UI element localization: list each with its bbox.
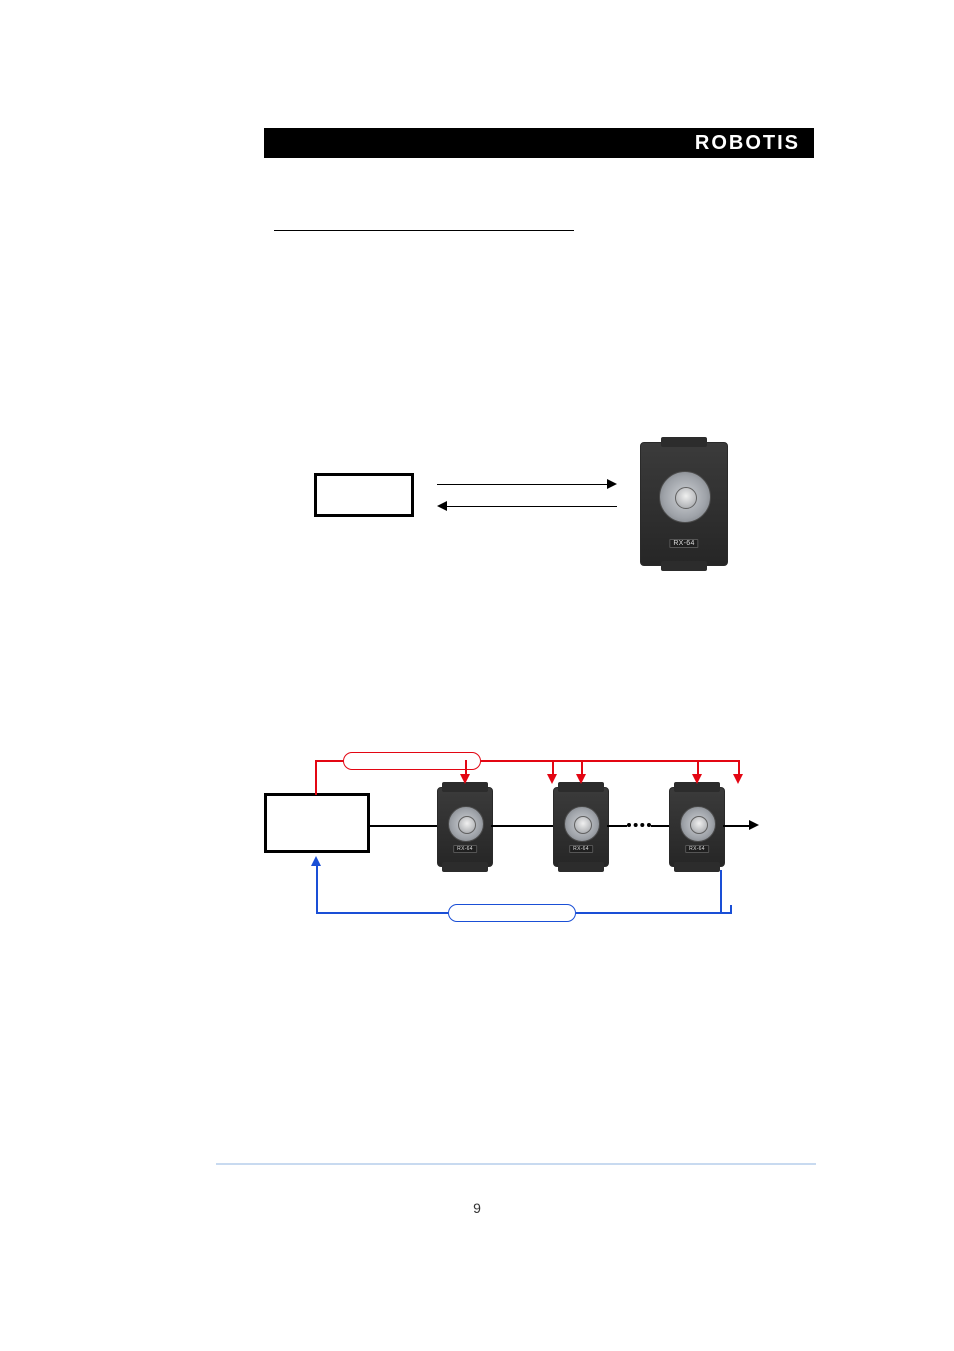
fig2-bus-ellipsis-icon — [627, 823, 651, 827]
servo-horn-inner — [574, 816, 592, 834]
fig2-red-drop-servo1-arrow-icon — [460, 774, 470, 784]
fig2-red-horizontal-ext — [552, 760, 700, 762]
fig2-bus-seg-s2-to-gap — [607, 825, 627, 827]
footer-separator — [216, 1163, 816, 1165]
fig1-controller-box — [314, 473, 414, 517]
fig2-red-drop1-arrow-icon — [547, 774, 557, 784]
fig1-instruction-arrow-line — [437, 484, 607, 485]
fig2-blue-rise-to-controller — [316, 866, 318, 914]
servo-mount-top — [661, 437, 707, 447]
fig2-blue-drop-from-servoN — [720, 870, 722, 914]
servo-model-label: RX-64 — [453, 845, 477, 853]
fig2-bus-end-arrow-icon — [749, 820, 759, 830]
fig2-blue-right-hook — [730, 905, 732, 914]
fig2-red-stub-from-controller — [315, 760, 317, 795]
fig2-red-drop-servo1-v — [465, 760, 467, 774]
servo-horn-outer — [564, 806, 600, 842]
fig2-bus-seg-ctrl-to-s1 — [370, 825, 437, 827]
servo-horn-inner — [458, 816, 476, 834]
servo-model-label: RX-64 — [685, 845, 709, 853]
fig2-bus-seg-s1-to-s2 — [491, 825, 553, 827]
servo-mount-bottom — [674, 862, 720, 872]
fig2-bus-seg-s3-out — [723, 825, 749, 827]
servo-horn-outer — [448, 806, 484, 842]
fig2-red-drop-servo3-arrow-icon — [692, 774, 702, 784]
fig2-red-drop-servo2-arrow-icon — [576, 774, 586, 784]
fig1-servo: RX-64 — [640, 442, 728, 566]
servo-model-label: RX-64 — [669, 539, 698, 548]
fig2-red-drop1-v — [552, 760, 554, 774]
brand-logo: ROBOTIS — [695, 132, 800, 155]
fig2-blue-seg-left-of-bubble — [318, 912, 448, 914]
servo-horn-outer — [680, 806, 716, 842]
fig2-servo-2: RX-64 — [553, 787, 609, 867]
fig2-blue-into-controller-arrow-icon — [311, 856, 321, 866]
servo-mount-bottom — [661, 561, 707, 571]
fig1-status-arrowhead-icon — [437, 501, 447, 511]
fig1-instruction-arrowhead-icon — [607, 479, 617, 489]
page-number: 9 — [0, 1200, 954, 1216]
page-root: ROBOTIS RX-64 — [0, 0, 954, 1351]
servo-model-label: RX-64 — [569, 845, 593, 853]
fig1-status-arrow-line — [447, 506, 617, 507]
fig2-red-into-bubble — [315, 760, 343, 762]
fig2-red-drop2-arrow-icon — [733, 774, 743, 784]
servo-mount-bottom — [442, 862, 488, 872]
section-underline — [274, 230, 574, 231]
fig2-red-drop-servo2-v — [581, 760, 583, 774]
fig2-servo-3: RX-64 — [669, 787, 725, 867]
fig2-controller-box — [264, 793, 370, 853]
servo-horn-inner — [690, 816, 708, 834]
servo-horn-inner — [675, 487, 697, 509]
fig2-blue-seg-right-of-bubble — [576, 912, 722, 914]
servo-horn-outer — [659, 471, 711, 523]
fig2-red-drop2-v — [738, 760, 740, 774]
servo-mount-bottom — [558, 862, 604, 872]
fig2-servo-1: RX-64 — [437, 787, 493, 867]
fig2-red-drop-servo3-v — [697, 760, 699, 774]
brand-header-bar: ROBOTIS — [264, 128, 814, 158]
fig2-status-packet-bubble — [448, 904, 576, 922]
fig2-instruction-packet-bubble — [343, 752, 481, 770]
fig2-bus-seg-gap-to-s3 — [651, 825, 669, 827]
